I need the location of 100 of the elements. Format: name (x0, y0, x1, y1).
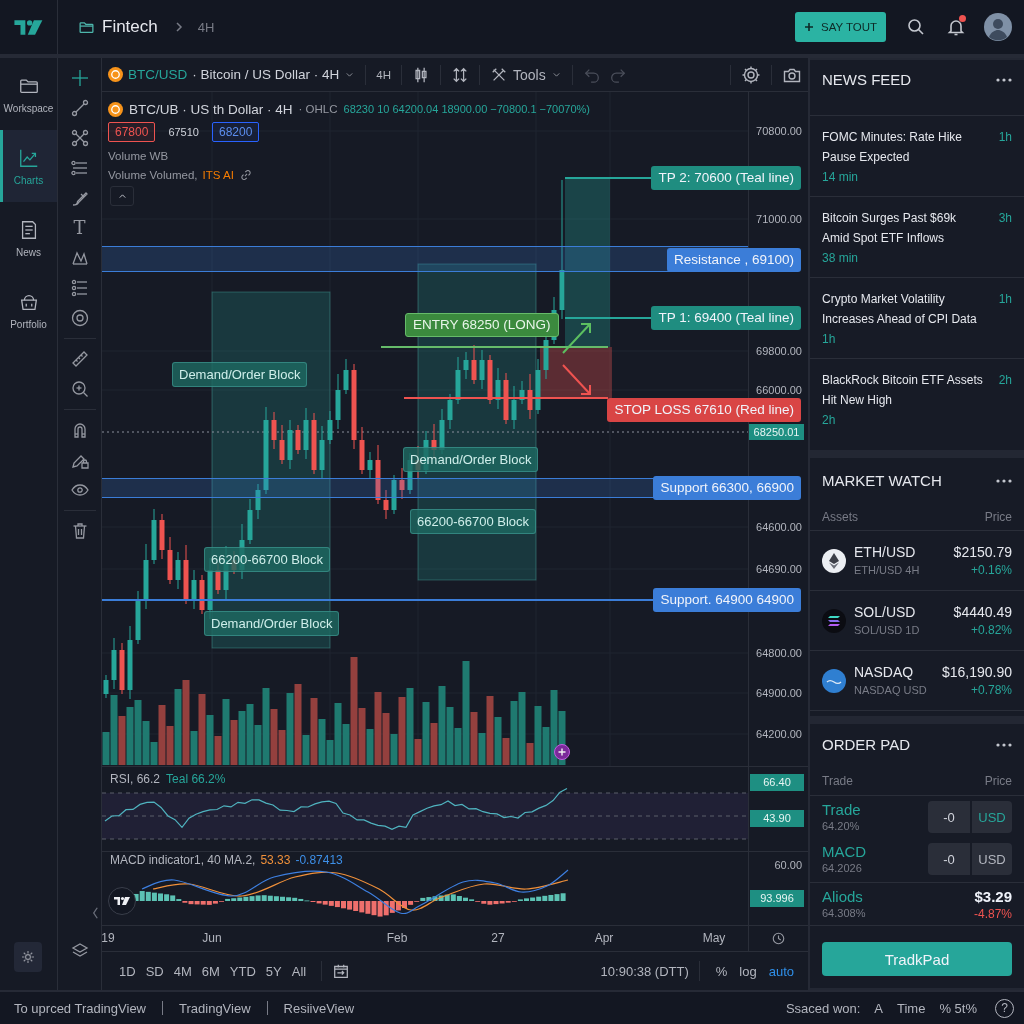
range-button[interactable]: 6M (196, 963, 225, 979)
time-tick: 19 (101, 931, 115, 945)
nav-item[interactable]: Charts (0, 130, 57, 202)
clock-icon[interactable] (771, 931, 786, 946)
support-label: Support 66300, 66900 (653, 476, 801, 500)
tools-button[interactable]: Tools (490, 65, 562, 84)
order-block-label: Demand/Order Block (204, 611, 340, 636)
workspace-name[interactable]: Fintech (102, 17, 158, 37)
candle (375, 444, 381, 505)
more-icon[interactable] (996, 479, 1012, 483)
channel-icon[interactable] (69, 158, 90, 178)
resistance-label: Resistance , 69100) (666, 248, 801, 272)
indicator-label: MACD indicator1, 40 MA.2, (110, 853, 256, 867)
asset-detail: SOL/USD 1D (854, 623, 921, 638)
buy-price-button[interactable]: 68200 (211, 122, 260, 142)
news-headline[interactable]: Crypto Market Volatility Increases Ahead of CPI Data (822, 289, 984, 329)
news-time: 2h (998, 372, 1012, 389)
link-icon[interactable] (238, 168, 253, 182)
news-headline[interactable]: FOMC Minutes: Rate Hike Pause Expected (822, 127, 984, 167)
more-icon[interactable] (996, 743, 1012, 747)
candle (311, 412, 317, 475)
cross-lines-icon[interactable] (69, 128, 90, 148)
candle (495, 367, 501, 410)
action-button[interactable]: SAY TOUT (795, 12, 886, 42)
target-icon[interactable] (69, 308, 90, 328)
candle (103, 674, 109, 699)
timeframe-label[interactable]: 4H (197, 19, 215, 35)
more-icon[interactable] (996, 78, 1012, 82)
plus-circle-icon[interactable] (554, 744, 570, 760)
asset-price: $16,190.90 (941, 663, 1012, 682)
candle (455, 356, 461, 405)
time-tick: Feb (386, 931, 408, 945)
candle (111, 637, 117, 690)
candle (199, 574, 205, 615)
candle (471, 344, 477, 385)
order-name: MACD (822, 842, 868, 861)
currency-selector[interactable]: USD (972, 843, 1012, 875)
histogram-value: -0.87413 (295, 853, 343, 867)
footer-link[interactable]: To uprced TradingView (14, 1000, 146, 1016)
asset-symbol[interactable]: NASDAQ (854, 663, 934, 682)
axis-tick: 60.00 (773, 858, 802, 873)
line-icon[interactable] (69, 98, 90, 118)
diamond-coin-icon (822, 548, 846, 573)
range-button[interactable]: SD (140, 963, 169, 979)
range-button[interactable]: All (286, 963, 312, 979)
scale-button[interactable]: log (733, 963, 763, 979)
asset-detail: NASDAQ USD (854, 683, 928, 698)
amount-field[interactable]: -0 (928, 843, 970, 875)
avatar[interactable] (984, 13, 1012, 41)
price-tick: 64900.00 (756, 686, 802, 700)
asset-symbol[interactable]: ETH/USD (854, 543, 946, 562)
logo-icon[interactable] (13, 18, 44, 36)
news-headline[interactable]: Bitcoin Surges Past $69k Amid Spot ETF Inflows (822, 208, 984, 248)
scale-button[interactable]: auto (762, 963, 800, 979)
range-button[interactable]: 1D (114, 963, 141, 979)
candle (271, 411, 277, 450)
asset-symbol[interactable]: SOL/USD (854, 603, 946, 622)
up-down-arrows-icon[interactable] (451, 65, 469, 84)
time-tick: May (702, 931, 726, 945)
candle (383, 489, 389, 520)
settings-button[interactable] (14, 942, 42, 972)
stop-loss-label: STOP LOSS 67610 (Red line) (607, 398, 801, 422)
chevron-left-icon[interactable] (92, 906, 99, 920)
sell-price-button[interactable]: 67800 (108, 122, 156, 142)
indicator-value: Teal 66.2% (166, 772, 226, 786)
footer-link[interactable]: ResiiveView (283, 1000, 355, 1016)
interval-button[interactable]: 4H (376, 68, 391, 81)
value-badge: 43.90 (750, 810, 804, 827)
candle (159, 513, 165, 560)
order-block-label: 66200-66700 Block (204, 547, 331, 572)
range-button[interactable]: YTD (224, 963, 261, 979)
search-icon[interactable] (906, 17, 926, 37)
text-tool[interactable]: T (69, 218, 90, 238)
bell-icon[interactable] (946, 17, 966, 37)
nav-item[interactable]: Workspace (0, 58, 57, 130)
settings-icon[interactable] (741, 64, 761, 85)
order-detail: 64.308% (822, 906, 867, 921)
nav-item[interactable]: News (0, 202, 57, 274)
candle (151, 508, 157, 565)
zoom-in-icon[interactable] (69, 379, 90, 399)
candle (319, 425, 325, 480)
order-block-label: Demand/Order Block (403, 447, 539, 472)
footer-link[interactable]: TradingView (179, 1000, 251, 1016)
crosshair-icon[interactable] (69, 68, 90, 88)
nav-item[interactable]: Portfolio (0, 274, 57, 346)
candle (511, 385, 517, 430)
arrow-down-icon (560, 362, 594, 398)
currency-selector[interactable]: USD (972, 801, 1012, 833)
candle (535, 358, 541, 415)
candles-icon[interactable] (412, 65, 430, 84)
levels-icon[interactable] (69, 278, 90, 298)
range-button[interactable]: 5Y (260, 963, 287, 979)
symbol-title: BTC/UB · US th Dollar · 4H (129, 101, 293, 117)
support-label: Support. 64900 64900 (653, 588, 801, 612)
amount-field[interactable]: -0 (928, 801, 970, 833)
symbol-selector[interactable]: BTC/USD · Bitcoin / US Dollar · 4H (108, 67, 356, 82)
scale-button[interactable]: % (709, 963, 734, 979)
range-button[interactable]: 4M (168, 963, 197, 979)
news-headline[interactable]: BlackRock Bitcoin ETF Assets Hit New High (822, 370, 984, 410)
calendar-icon[interactable] (332, 962, 351, 980)
